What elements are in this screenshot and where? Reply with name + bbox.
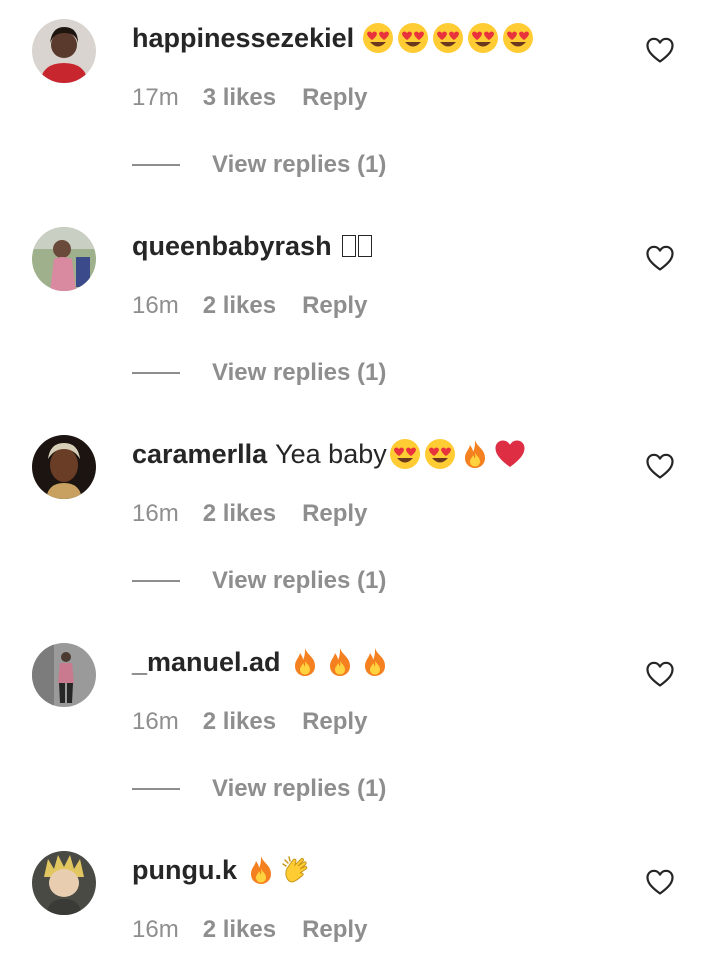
fire-emoji: [324, 646, 356, 678]
reply-button[interactable]: Reply: [302, 84, 367, 112]
reply-button[interactable]: Reply: [302, 292, 367, 320]
avatar[interactable]: [32, 851, 96, 915]
heart-eyes-emoji: [432, 22, 464, 54]
divider: [132, 788, 180, 790]
reply-button[interactable]: Reply: [302, 916, 367, 944]
divider: [132, 580, 180, 582]
divider: [132, 164, 180, 166]
comment-meta: 16m 2 likes Reply: [132, 912, 367, 948]
view-replies-label: View replies (1): [212, 151, 387, 178]
heart-eyes-emoji: [397, 22, 429, 54]
username[interactable]: happinessezekiel: [132, 20, 354, 56]
missing-glyph-icon: [341, 235, 356, 257]
heart-eyes-emoji: [467, 22, 499, 54]
avatar[interactable]: [32, 435, 96, 499]
heart-eyes-emoji: [502, 22, 534, 54]
comment-text: pungu.k: [132, 852, 315, 888]
comment-text: caramerlla Yea baby: [132, 436, 529, 472]
view-replies-label: View replies (1): [212, 359, 387, 386]
comment-meta: 16m 2 likes Reply: [132, 496, 367, 532]
likes-count[interactable]: 3 likes: [203, 84, 276, 112]
view-replies-button[interactable]: View replies (1): [132, 563, 386, 599]
comment-item: _manuel.ad 16m 2 likes Reply View replie…: [0, 624, 720, 832]
divider: [132, 372, 180, 374]
heart-outline-icon[interactable]: [645, 244, 675, 272]
username[interactable]: queenbabyrash: [132, 228, 332, 264]
comment-time: 16m: [132, 916, 179, 943]
view-replies-button[interactable]: View replies (1): [132, 147, 386, 183]
likes-count[interactable]: 2 likes: [203, 916, 276, 944]
comment-meta: 16m 2 likes Reply: [132, 288, 367, 324]
clapping-hands-emoji: [280, 854, 312, 886]
reply-button[interactable]: Reply: [302, 500, 367, 528]
missing-glyph-icon: [357, 235, 372, 257]
username[interactable]: caramerlla: [132, 436, 267, 472]
username[interactable]: _manuel.ad: [132, 644, 281, 680]
comment-item: caramerlla Yea baby 16m 2 likes Reply Vi…: [0, 416, 720, 624]
fire-emoji: [459, 438, 491, 470]
comment-item: pungu.k 16m 2 likes Reply: [0, 832, 720, 961]
likes-count[interactable]: 2 likes: [203, 500, 276, 528]
comment-time: 16m: [132, 708, 179, 735]
view-replies-button[interactable]: View replies (1): [132, 355, 386, 391]
view-replies-label: View replies (1): [212, 775, 387, 802]
fire-emoji: [245, 854, 277, 886]
heart-outline-icon[interactable]: [645, 868, 675, 896]
comment-meta: 16m 2 likes Reply: [132, 704, 367, 740]
comment-item: happinessezekiel 17m 3 likes Reply View …: [0, 0, 720, 208]
avatar[interactable]: [32, 227, 96, 291]
red-heart-emoji: [494, 438, 526, 470]
reply-button[interactable]: Reply: [302, 708, 367, 736]
heart-eyes-emoji: [424, 438, 456, 470]
comment-time: 16m: [132, 500, 179, 527]
heart-eyes-emoji: [389, 438, 421, 470]
avatar[interactable]: [32, 643, 96, 707]
fire-emoji: [289, 646, 321, 678]
likes-count[interactable]: 2 likes: [203, 708, 276, 736]
avatar[interactable]: [32, 19, 96, 83]
username[interactable]: pungu.k: [132, 852, 237, 888]
heart-outline-icon[interactable]: [645, 36, 675, 64]
comment-text: queenbabyrash: [132, 228, 372, 264]
view-replies-label: View replies (1): [212, 567, 387, 594]
view-replies-button[interactable]: View replies (1): [132, 771, 386, 807]
comment-item: queenbabyrash 16m 2 likes Reply View rep…: [0, 208, 720, 416]
comment-meta: 17m 3 likes Reply: [132, 80, 367, 116]
comment-text: happinessezekiel: [132, 20, 537, 56]
comment-time: 17m: [132, 84, 179, 111]
heart-eyes-emoji: [362, 22, 394, 54]
likes-count[interactable]: 2 likes: [203, 292, 276, 320]
heart-outline-icon[interactable]: [645, 452, 675, 480]
comment-text: _manuel.ad: [132, 644, 394, 680]
comment-time: 16m: [132, 292, 179, 319]
fire-emoji: [359, 646, 391, 678]
comment-message: Yea baby: [275, 439, 387, 469]
heart-outline-icon[interactable]: [645, 660, 675, 688]
